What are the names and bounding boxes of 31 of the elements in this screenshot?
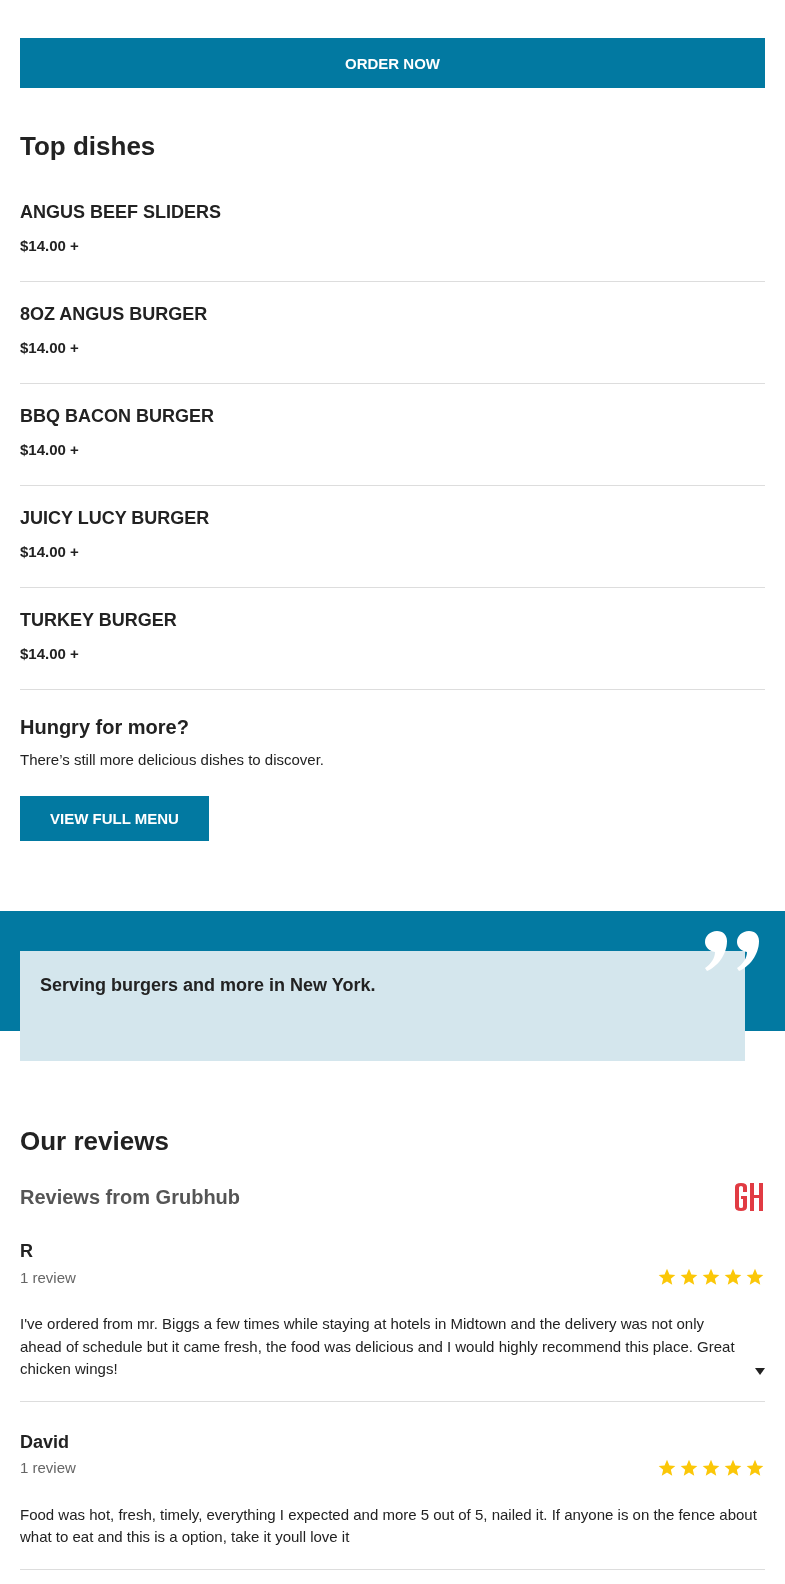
dish-name[interactable]: JUICY LUCY BURGER [20, 506, 765, 530]
reviewer-name: R [20, 1240, 34, 1263]
dish-price: $14.00 + [20, 338, 80, 358]
star-icon [723, 1267, 743, 1287]
dish-name[interactable]: BBQ BACON BURGER [20, 404, 765, 428]
dish-price: $14.00 + [20, 440, 80, 460]
logo-icon [733, 1183, 765, 1211]
reviews-source: Reviews from Grubhub [20, 1185, 241, 1209]
caret-icon[interactable] [755, 1367, 765, 1375]
dish-name[interactable]: 8OZ ANGUS BURGER [20, 302, 765, 326]
star-icon [679, 1267, 699, 1287]
review-text: I've ordered from mr. Biggs a few times while staying at hotels in Midtown and the delivery was not only ahead of schedule but it came fresh, the food was delicious and I would highly recommend this place. Great chicken wings! [20, 1314, 736, 1379]
dish-price: $14.00 + [20, 542, 80, 562]
more-title: Hungry for more? [20, 715, 190, 740]
star-icon [701, 1267, 721, 1287]
dish-price: $14.00 + [20, 644, 80, 664]
star-icon [657, 1267, 677, 1287]
dish-name[interactable]: ANGUS BEEF SLIDERS [20, 200, 765, 224]
review-text: Food was hot, fresh, timely, everything I expected and more 5 out of 5, nailed it. If anyone is on the fence about what to eat and this is a option, take it youll love it [20, 1504, 758, 1547]
dish-price: $14.00 + [20, 236, 80, 256]
view-menu-button[interactable]: VIEW FULL MENU [20, 796, 209, 841]
more-text: There’s still more delicious dishes to discover. [20, 750, 326, 770]
review-count: 1 review [20, 1459, 76, 1476]
section-title: Top dishes [20, 130, 157, 162]
dish-name[interactable]: TURKEY BURGER [20, 608, 765, 632]
review-count: 1 review [20, 1268, 76, 1286]
order-now-button[interactable]: ORDER NOW [20, 38, 765, 88]
section-title: Our reviews [20, 1125, 170, 1157]
quote-text: Serving burgers and more in New York. [40, 974, 377, 997]
star-icon [745, 1267, 765, 1287]
reviewer-name: David [20, 1430, 71, 1454]
